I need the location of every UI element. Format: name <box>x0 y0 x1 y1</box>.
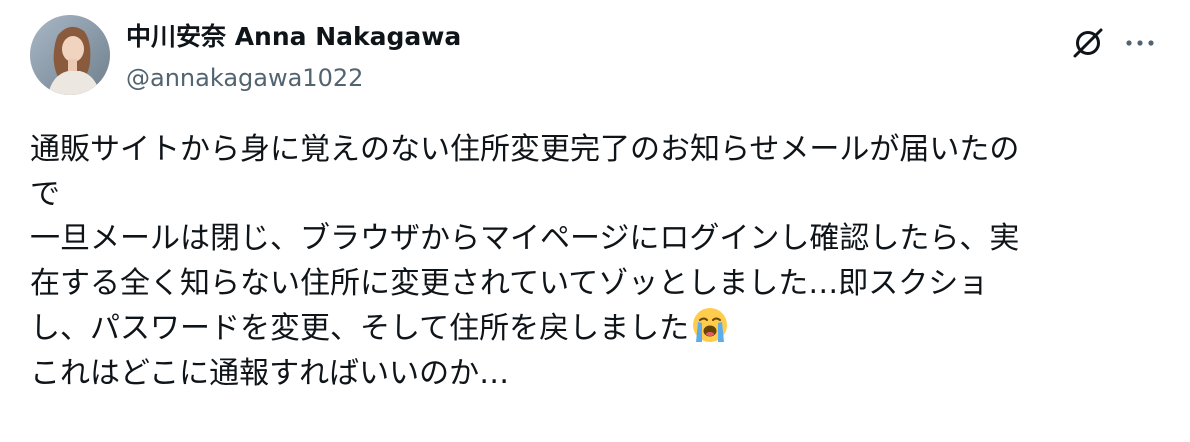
ellipsis-glyph <box>1126 40 1154 46</box>
author-display-name[interactable]: 中川安奈 Anna Nakagawa <box>126 21 461 53</box>
post-text: 通販サイトから身に覚えのない住所変更完了のお知らせメールが届いたの で 一旦メー… <box>30 128 1165 396</box>
post-text-line: 一旦メールは閉じ、ブラウザからマイページにログインし確認したら、実 <box>30 221 1020 256</box>
author-block: 中川安奈 Anna Nakagawa @annakagawa1022 <box>126 21 461 93</box>
post-text-line: で <box>30 176 60 212</box>
grok-glyph <box>1073 28 1103 58</box>
post-text-line: 在する全く知らない住所に変更されていてゾッとしました…即スクショ <box>30 265 989 301</box>
profile-photo-icon <box>30 15 110 95</box>
header-actions <box>1068 23 1160 63</box>
more-icon[interactable] <box>1120 23 1160 63</box>
loudly-crying-face-icon <box>691 306 729 344</box>
post-text-line-with-emoji: し、パスワードを変更、そして住所を戻しました <box>30 306 1165 352</box>
post-text-segment: し、パスワードを変更、そして住所を戻しました <box>30 311 690 346</box>
author-handle[interactable]: @annakagawa1022 <box>126 63 461 93</box>
post-header: 中川安奈 Anna Nakagawa @annakagawa1022 <box>30 15 1160 99</box>
grok-icon[interactable] <box>1068 23 1108 63</box>
post-text-line: これはどこに通報すればいいのか… <box>30 355 510 391</box>
avatar[interactable] <box>30 15 110 95</box>
post-text-line: 通販サイトから身に覚えのない住所変更完了のお知らせメールが届いたの <box>30 132 1020 167</box>
